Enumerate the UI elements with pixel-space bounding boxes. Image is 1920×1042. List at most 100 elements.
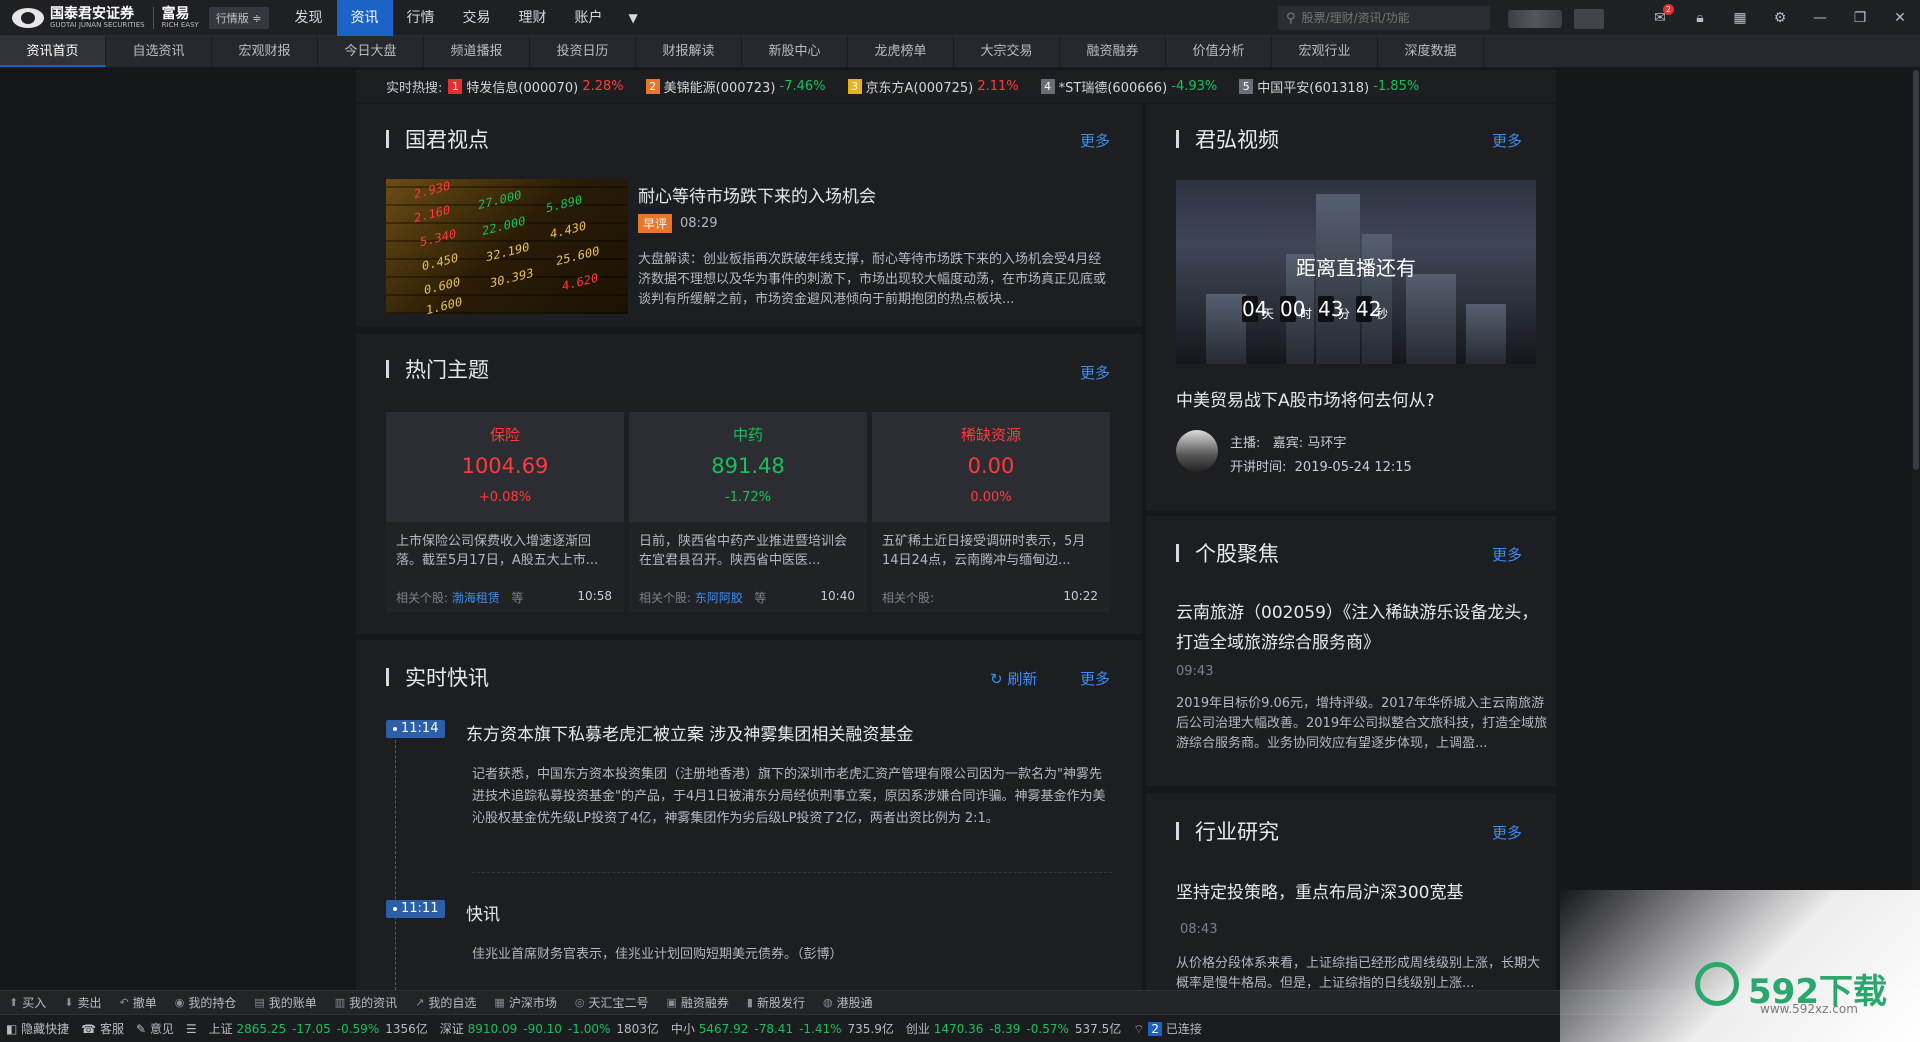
mail-icon[interactable]: ✉ 2 (1640, 4, 1680, 26)
minimize-icon[interactable]: — (1800, 10, 1840, 26)
index-sh[interactable]: 上证 2865.25 -17.05 -0.59% 1356亿 (203, 1020, 434, 1037)
article-summary: 大盘解读：创业板指再次跌破年线支撑，耐心等待市场跌下来的入场机会受4月经济数据不… (638, 252, 1107, 307)
hot-search-item[interactable]: 1 特发信息(000070) 2.28% (448, 77, 624, 96)
index-sz[interactable]: 深证 8910.09 -90.10 -1.00% 1803亿 (434, 1020, 665, 1037)
stock-board-image[interactable]: 2.930 2.160 5.340 0.450 0.600 1.600 27.0… (386, 179, 628, 314)
research-headline[interactable]: 坚持定投策略，重点布局沪深300宽基 (1176, 878, 1463, 903)
hot-search-item[interactable]: 4 *ST瑞德(600666) -4.93% (1040, 77, 1217, 96)
tab-investment-calendar[interactable]: 投资日历 (530, 36, 636, 67)
index-sme[interactable]: 中小 5467.92 -78.41 -1.41% 735.9亿 (665, 1020, 900, 1037)
app-logo: 国泰君安证券 GUOTAI JUNAN SECURITIES 富易 RICH E… (0, 0, 269, 36)
toolbar-buy[interactable]: ⬆ 买入 (0, 994, 55, 1011)
more-link[interactable]: 更多 (1080, 362, 1110, 383)
theme-name: 稀缺资源 (960, 426, 1021, 444)
toolbar-watchlist[interactable]: ↗ 我的自选 (406, 994, 485, 1011)
related-stock-link[interactable]: 东阿阿胶 (695, 591, 743, 605)
feedback-button[interactable]: ✎ 意见 (130, 1020, 180, 1037)
hide-shortcuts-button[interactable]: ◧ 隐藏快捷 (0, 1020, 75, 1037)
restore-icon[interactable]: ❐ (1840, 10, 1880, 26)
more-link[interactable]: 更多 (1080, 130, 1110, 151)
nav-trade[interactable]: 交易 (449, 0, 505, 36)
index-list-icon[interactable]: ☰ (180, 1022, 203, 1036)
tab-channel-broadcast[interactable]: 频道播报 (424, 36, 530, 67)
index-gem[interactable]: 创业 1470.36 -8.39 -0.57% 537.5亿 (900, 1020, 1127, 1037)
hot-search-item[interactable]: 2 美锦能源(000723) -7.46% (645, 77, 826, 96)
tab-watchlist-news[interactable]: 自选资讯 (106, 36, 212, 67)
toolbar-my-news[interactable]: ▥ 我的资讯 (326, 994, 406, 1011)
service-button[interactable]: ☎ 客服 (75, 1020, 130, 1037)
lock-icon[interactable]: 🔒︎ (1680, 10, 1720, 26)
connection-status[interactable]: ⌔ 2 已连接 (1127, 1020, 1208, 1037)
nav-quotes[interactable]: 行情 (393, 0, 449, 36)
tab-value-analysis[interactable]: 价值分析 (1166, 36, 1272, 67)
toolbar-hk-connect[interactable]: ◍ 港股通 (814, 994, 882, 1011)
more-link[interactable]: 更多 (1492, 822, 1522, 843)
hot-search-item[interactable]: 3 京东方A(000725) 2.11% (847, 77, 1019, 96)
brand-name: 富易 (161, 5, 190, 22)
flash-body: 佳兆业首席财务官表示，佳兆业计划回购短期美元债券。（彭博） (472, 947, 843, 962)
tab-news-home[interactable]: 资讯首页 (0, 36, 106, 67)
nav-more-chevron-down-icon[interactable]: ▼ (617, 0, 650, 36)
toolbar-cancel[interactable]: ↶ 撤单 (110, 994, 165, 1011)
toolbar-ipo[interactable]: ▮ 新股发行 (738, 994, 814, 1011)
theme-change: 0.00% (970, 490, 1012, 505)
nav-news[interactable]: 资讯 (336, 0, 393, 36)
theme-value: 1004.69 (461, 454, 549, 478)
theme-card[interactable]: 保险 1004.69 +0.08% 上市保险公司保费收入增速逐渐回落。截至5月1… (386, 412, 624, 612)
toolbar-sh-sz-market[interactable]: ▦ 沪深市场 (485, 994, 565, 1011)
section-title: 行业研究 (1176, 816, 1279, 846)
flash-news-panel: 实时快讯 ↻ 刷新 更多 11:14 东方资本旗下私募老虎汇被立案 涉及神雾集团… (356, 640, 1142, 990)
countdown-label: 距离直播还有 (1296, 256, 1416, 280)
tab-margin-trading[interactable]: 融资融券 (1060, 36, 1166, 67)
user-avatar-blurred[interactable] (1574, 9, 1604, 29)
flash-title[interactable]: 快讯 (466, 900, 500, 925)
tab-macro-industry[interactable]: 宏观行业 (1272, 36, 1378, 67)
toolbar-holdings[interactable]: ◉ 我的持仓 (166, 994, 246, 1011)
flash-time: 11:14 (386, 720, 446, 738)
theme-desc: 日前，陕西省中药产业推进暨培训会在宜君县召开。陕西省中医医... (639, 534, 848, 568)
close-icon[interactable]: ✕ (1880, 10, 1920, 26)
theme-desc: 上市保险公司保费收入增速逐渐回落。截至5月17日，A股五大上市... (396, 534, 599, 568)
nav-finance[interactable]: 理财 (505, 0, 561, 36)
toolbar-sell[interactable]: ⬇ 卖出 (55, 994, 110, 1011)
video-title[interactable]: 中美贸易战下A股市场将何去何从? (1176, 386, 1435, 411)
tab-earnings-analysis[interactable]: 财报解读 (636, 36, 742, 67)
refresh-button[interactable]: ↻ 刷新 (990, 668, 1037, 689)
nav-account[interactable]: 账户 (561, 0, 617, 36)
tab-block-trade[interactable]: 大宗交易 (954, 36, 1060, 67)
tab-ipo-center[interactable]: 新股中心 (742, 36, 848, 67)
grid-icon[interactable]: ▦ (1720, 10, 1760, 26)
flash-title[interactable]: 东方资本旗下私募老虎汇被立案 涉及神雾集团相关融资基金 (466, 720, 913, 745)
toolbar-margin[interactable]: ▣ 融资融券 (657, 994, 737, 1011)
logo-mark-icon (12, 7, 44, 28)
gear-icon[interactable]: ⚙ (1760, 10, 1800, 26)
toolbar-bills[interactable]: ▤ 我的账单 (245, 994, 325, 1011)
theme-card[interactable]: 稀缺资源 0.00 0.00% 五矿稀土近日接受调研时表示，5月14日24点，云… (872, 412, 1110, 612)
search-input[interactable] (1301, 11, 1482, 25)
more-link[interactable]: 更多 (1492, 130, 1522, 151)
tab-deep-data[interactable]: 深度数据 (1378, 36, 1484, 67)
related-stock-link[interactable]: 渤海租赁 (452, 591, 500, 605)
mail-badge: 2 (1662, 4, 1674, 15)
search-box[interactable]: ⚲ (1278, 6, 1490, 30)
more-link[interactable]: 更多 (1080, 668, 1110, 689)
theme-desc: 五矿稀土近日接受调研时表示，5月14日24点，云南腾冲与缅甸边... (882, 534, 1086, 568)
tab-today-market[interactable]: 今日大盘 (318, 36, 424, 67)
article-title[interactable]: 耐心等待市场跌下来的入场机会 (638, 182, 876, 207)
more-link[interactable]: 更多 (1492, 544, 1522, 565)
user-info-blurred[interactable] (1508, 10, 1562, 28)
tab-macro-reports[interactable]: 宏观财报 (212, 36, 318, 67)
nav-discover[interactable]: 发现 (281, 0, 337, 36)
research-body: 从价格分段体系来看，上证综指已经形成周线级别上涨，长期大概率是慢牛格局。但是，上… (1176, 956, 1541, 990)
scrollbar-thumb[interactable] (1913, 70, 1919, 470)
theme-card[interactable]: 中药 891.48 -1.72% 日前，陕西省中药产业推进暨培训会在宜君县召开。… (629, 412, 867, 612)
tab-dragon-tiger[interactable]: 龙虎榜单 (848, 36, 954, 67)
video-cover[interactable]: 距离直播还有 04 天 00 时 43 分 42 秒 (1176, 180, 1536, 364)
hot-search-item[interactable]: 5 中国平安(601318) -1.85% (1239, 77, 1419, 96)
toolbar-tianhuibao[interactable]: ◎ 天汇宝二号 (566, 994, 658, 1011)
window-controls: ✉ 2 🔒︎ ▦ ⚙ — ❐ ✕ (1640, 0, 1920, 36)
watermark-subtext: www.592xz.com (1760, 1002, 1858, 1016)
section-title: 君弘视频 (1176, 124, 1279, 154)
edition-switch[interactable]: 行情版 ≑ (208, 6, 269, 29)
focus-headline[interactable]: 云南旅游（002059）《注入稀缺游乐设备龙头，打造全域旅游综合服务商》 (1176, 598, 1546, 658)
